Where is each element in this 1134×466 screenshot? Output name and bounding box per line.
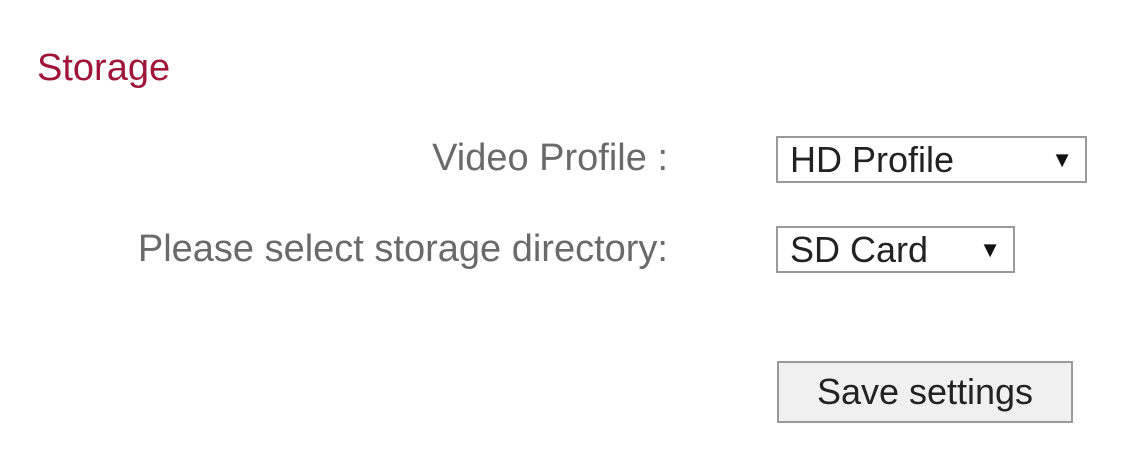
dropdown-arrow-icon: ▼ [979, 236, 1001, 262]
section-title: Storage [37, 47, 171, 89]
video-profile-select[interactable]: HD Profile ▼ [776, 136, 1087, 183]
video-profile-value: HD Profile [790, 138, 955, 180]
storage-directory-select[interactable]: SD Card ▼ [776, 226, 1015, 273]
storage-directory-value: SD Card [790, 228, 929, 270]
storage-directory-label: Please select storage directory: [137, 228, 668, 270]
video-profile-label: Video Profile : [432, 137, 668, 179]
dropdown-arrow-icon: ▼ [1051, 146, 1073, 172]
save-settings-button[interactable]: Save settings [777, 361, 1073, 423]
